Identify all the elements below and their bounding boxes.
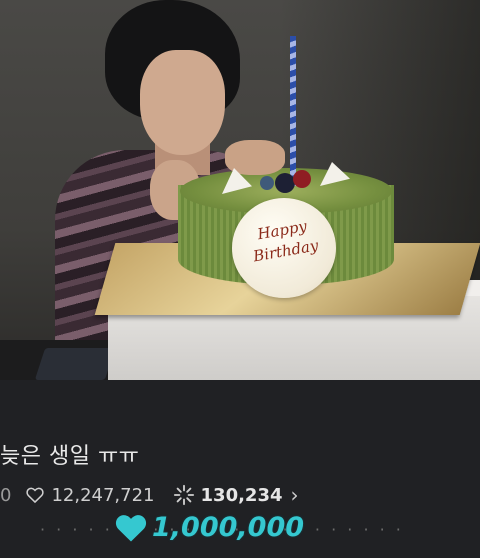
comment-count[interactable]: 130,234 xyxy=(201,485,283,506)
milestone-badge: 1,000,000 xyxy=(112,510,304,544)
heart-icon[interactable] xyxy=(25,485,51,505)
post-stats-row: 0 12,247,721 130,234 › xyxy=(0,482,480,508)
like-count: 12,247,721 xyxy=(51,484,155,506)
milestone-count: 1,000,000 xyxy=(152,511,305,543)
post-title: 늦은 생일 ㅠㅠ xyxy=(0,444,140,469)
blackberry xyxy=(275,173,295,193)
laptop xyxy=(34,348,116,380)
sparkle-icon[interactable] xyxy=(173,484,201,506)
chevron-right-icon[interactable]: › xyxy=(291,483,299,507)
birthday-plaque: Happy Birthday xyxy=(232,198,336,298)
raspberry xyxy=(293,170,311,188)
person-face xyxy=(140,50,225,155)
candle xyxy=(290,36,296,186)
video-player[interactable]: Happy Birthday xyxy=(0,0,480,380)
filled-heart-icon xyxy=(115,515,147,542)
stats-fragment: 0 xyxy=(0,484,12,506)
blueberry xyxy=(260,176,274,190)
plaque-text: Happy Birthday xyxy=(251,216,320,266)
